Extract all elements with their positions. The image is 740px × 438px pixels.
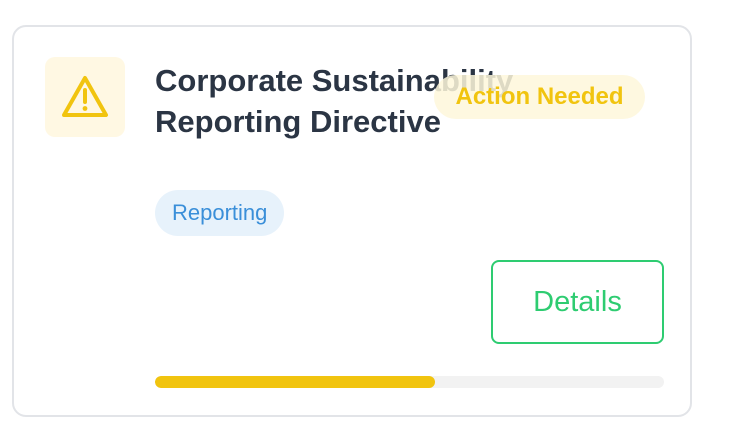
regulation-card: Corporate Sustainability Reporting Direc… — [12, 25, 692, 417]
progress-bar — [155, 376, 664, 388]
status-badge: Action Needed — [434, 75, 645, 119]
warning-triangle-icon — [62, 76, 108, 117]
details-button[interactable]: Details — [491, 260, 664, 344]
progress-bar-fill — [155, 376, 435, 388]
category-tag: Reporting — [155, 190, 285, 236]
warning-icon-tile — [45, 57, 125, 137]
